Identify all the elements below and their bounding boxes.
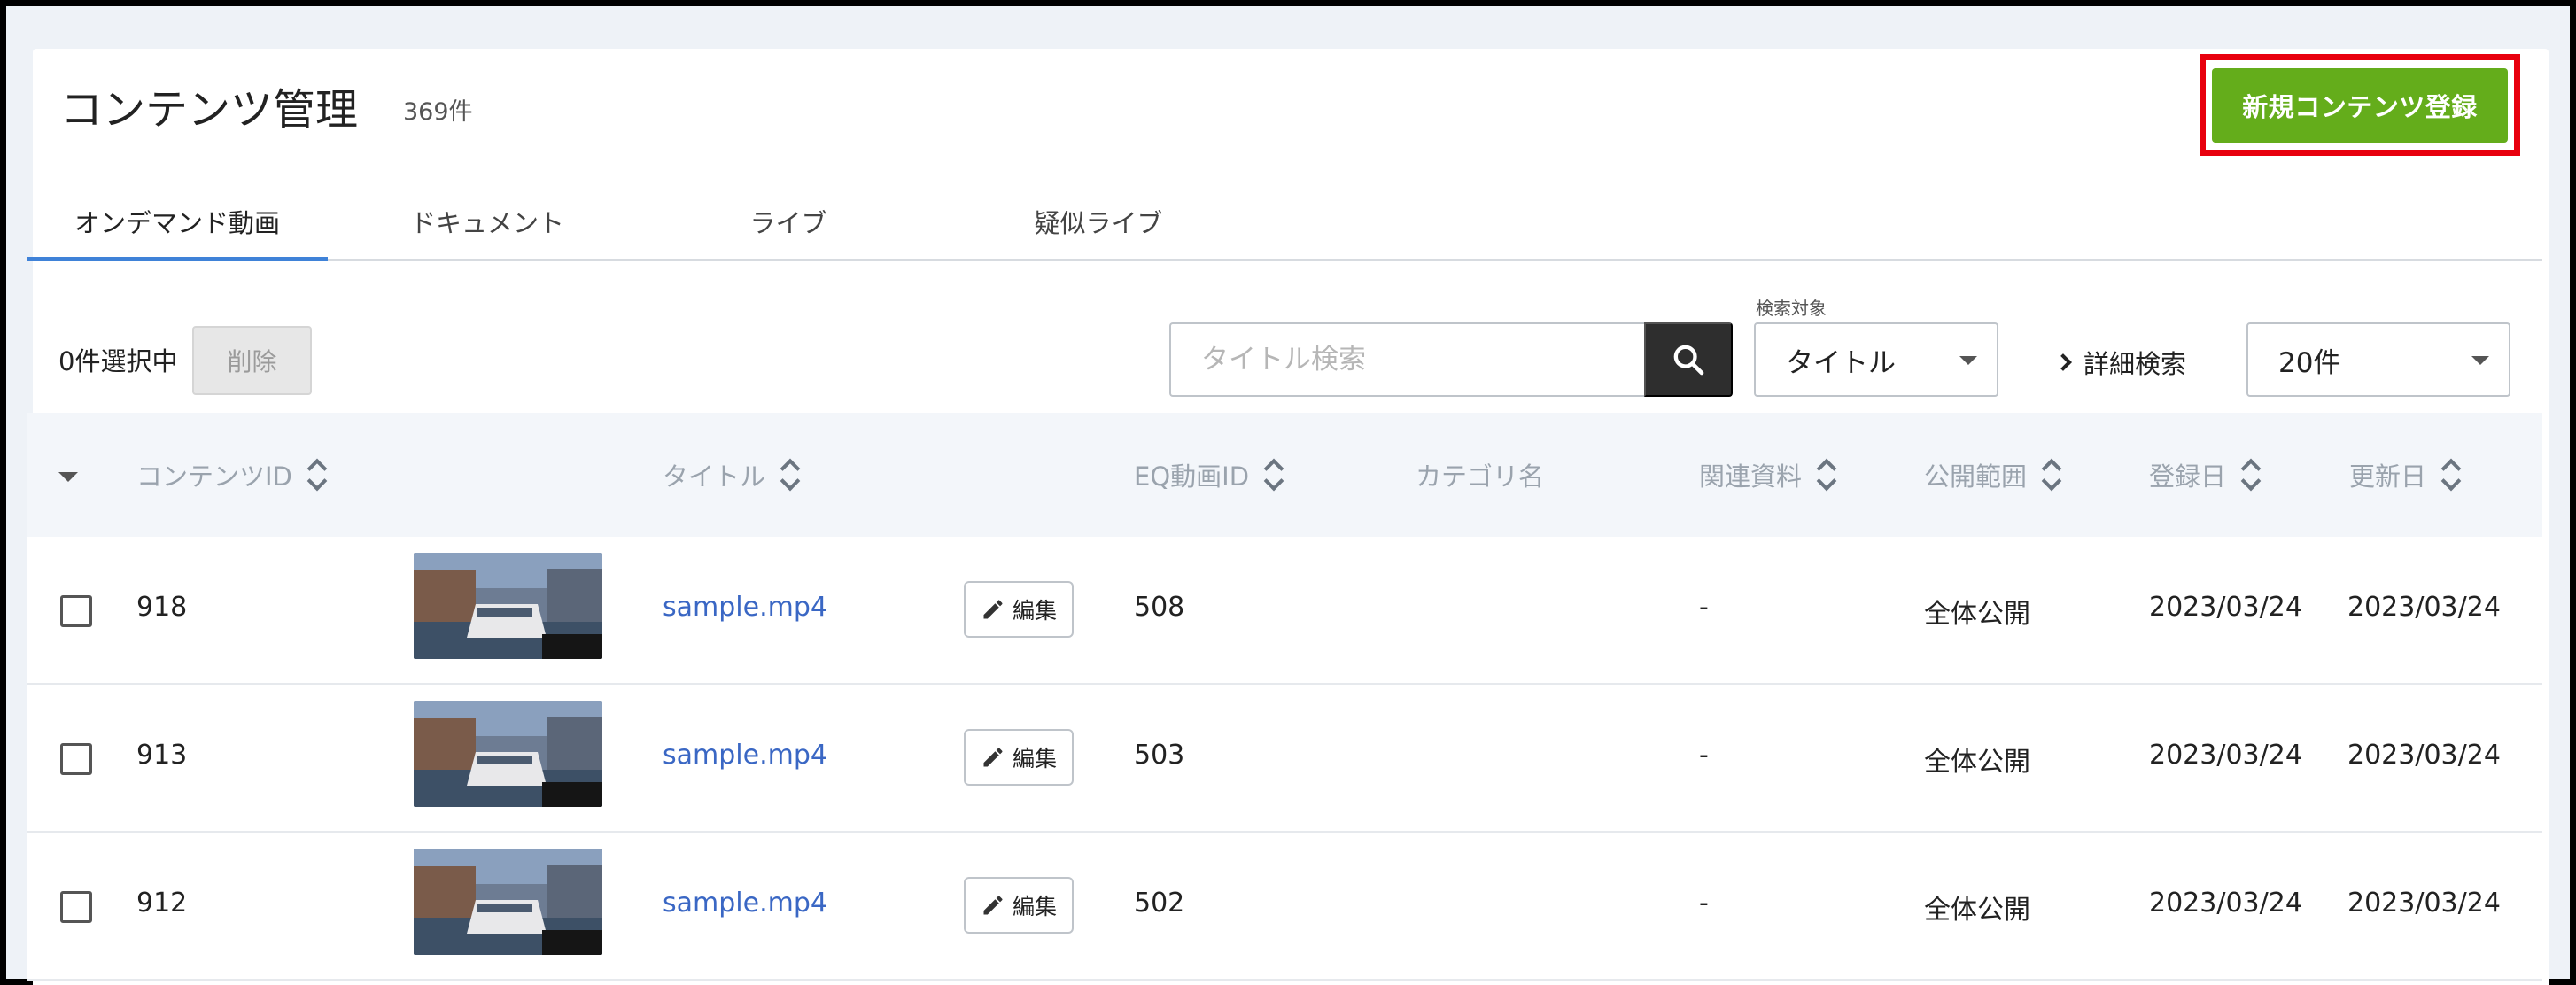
edit-label: 編集 (1012, 747, 1057, 772)
column-header-visibility[interactable]: 公開範囲 (1924, 456, 2059, 493)
content-id-cell: 918 (136, 592, 188, 623)
content-id-cell: 912 (136, 888, 188, 919)
video-thumbnail[interactable] (414, 849, 602, 955)
advanced-search-label: 詳細検索 (2083, 349, 2187, 379)
column-label: コンテンツID (136, 461, 292, 492)
chevron-right-icon (2054, 353, 2072, 371)
registered-date-cell: 2023/03/24 (2149, 888, 2302, 919)
eq-video-id-cell: 502 (1134, 888, 1185, 919)
search-target-select[interactable]: タイトル (1754, 322, 1998, 397)
eq-video-id-cell: 503 (1134, 740, 1185, 771)
search-target-value: タイトル (1786, 346, 1896, 379)
column-header-related[interactable]: 関連資料 (1699, 456, 1834, 493)
row-checkbox[interactable] (60, 891, 92, 923)
content-count: 369件 (403, 98, 473, 126)
visibility-cell: 全体公開 (1924, 895, 2030, 926)
content-id-cell: 913 (136, 740, 188, 771)
tab-simulated-live[interactable]: 疑似ライブ (957, 182, 1240, 261)
pencil-icon (983, 600, 1003, 619)
tab-live[interactable]: ライブ (656, 182, 921, 261)
updated-date-cell: 2023/03/24 (2347, 888, 2501, 919)
title-search-input[interactable] (1169, 322, 1646, 397)
column-label: タイトル (663, 461, 766, 492)
column-label: 登録日 (2149, 461, 2227, 492)
delete-button[interactable]: 削除 (192, 326, 312, 395)
content-type-tabs: オンデマンド動画 ドキュメント ライブ 疑似ライブ (27, 182, 2542, 261)
sort-icon (780, 456, 797, 493)
search-icon (1673, 345, 1704, 376)
column-header-registered[interactable]: 登録日 (2149, 456, 2258, 493)
visibility-cell: 全体公開 (1924, 747, 2030, 778)
sort-icon (2440, 456, 2458, 493)
bulk-select-dropdown-icon[interactable] (58, 472, 78, 482)
column-label: EQ動画ID (1134, 461, 1250, 492)
related-cell: - (1699, 740, 1709, 771)
visibility-cell: 全体公開 (1924, 599, 2030, 630)
search-button[interactable] (1644, 322, 1733, 397)
search-target-label: 検索対象 (1756, 298, 1827, 319)
table-row: 918 sample.mp4 編集 508 - 全体公開 2023/03/24 … (27, 537, 2542, 685)
column-header-content-id[interactable]: コンテンツID (136, 456, 324, 493)
sort-icon (2240, 456, 2258, 493)
active-tab-indicator (27, 257, 328, 261)
registered-date-cell: 2023/03/24 (2149, 740, 2302, 771)
sort-icon (306, 456, 324, 493)
edit-button[interactable]: 編集 (964, 581, 1074, 638)
title-link[interactable]: sample.mp4 (663, 888, 827, 919)
per-page-select[interactable]: 20件 (2246, 322, 2510, 397)
column-label: 更新日 (2349, 461, 2427, 492)
related-cell: - (1699, 592, 1709, 623)
column-label: 公開範囲 (1924, 461, 2028, 492)
tab-document[interactable]: ドキュメント (345, 182, 629, 261)
column-header-category: カテゴリ名 (1416, 456, 1544, 493)
chevron-down-icon (2471, 356, 2489, 365)
chevron-down-icon (1959, 356, 1977, 365)
column-label: カテゴリ名 (1416, 461, 1545, 492)
selected-count: 0件選択中 (58, 346, 178, 376)
title-link[interactable]: sample.mp4 (663, 740, 827, 771)
column-header-updated[interactable]: 更新日 (2349, 456, 2458, 493)
tab-on-demand-video[interactable]: オンデマンド動画 (27, 182, 328, 261)
sort-icon (2041, 456, 2059, 493)
sort-icon (1263, 456, 1281, 493)
edit-button[interactable]: 編集 (964, 729, 1074, 786)
updated-date-cell: 2023/03/24 (2347, 592, 2501, 623)
pencil-icon (983, 748, 1003, 767)
edit-label: 編集 (1012, 895, 1057, 919)
video-thumbnail[interactable] (414, 701, 602, 807)
edit-label: 編集 (1012, 599, 1057, 624)
edit-button[interactable]: 編集 (964, 877, 1074, 934)
video-thumbnail[interactable] (414, 553, 602, 659)
sort-icon (1816, 456, 1834, 493)
row-checkbox[interactable] (60, 595, 92, 627)
advanced-search-link[interactable]: 詳細検索 (2054, 344, 2187, 381)
registered-date-cell: 2023/03/24 (2149, 592, 2302, 623)
column-label: 関連資料 (1699, 461, 1803, 492)
column-header-eq-video-id[interactable]: EQ動画ID (1134, 456, 1281, 493)
pencil-icon (983, 896, 1003, 915)
table-row: 913 sample.mp4 編集 503 - 全体公開 2023/03/24 … (27, 685, 2542, 833)
per-page-value: 20件 (2278, 346, 2341, 379)
page-title: コンテンツ管理 (60, 85, 359, 135)
eq-video-id-cell: 508 (1134, 592, 1185, 623)
related-cell: - (1699, 888, 1709, 919)
title-link[interactable]: sample.mp4 (663, 592, 827, 623)
new-content-button[interactable]: 新規コンテンツ登録 (2212, 68, 2508, 143)
column-header-title[interactable]: タイトル (663, 456, 797, 493)
row-checkbox[interactable] (60, 743, 92, 775)
updated-date-cell: 2023/03/24 (2347, 740, 2501, 771)
table-row: 912 sample.mp4 編集 502 - 全体公開 2023/03/24 … (27, 833, 2542, 981)
